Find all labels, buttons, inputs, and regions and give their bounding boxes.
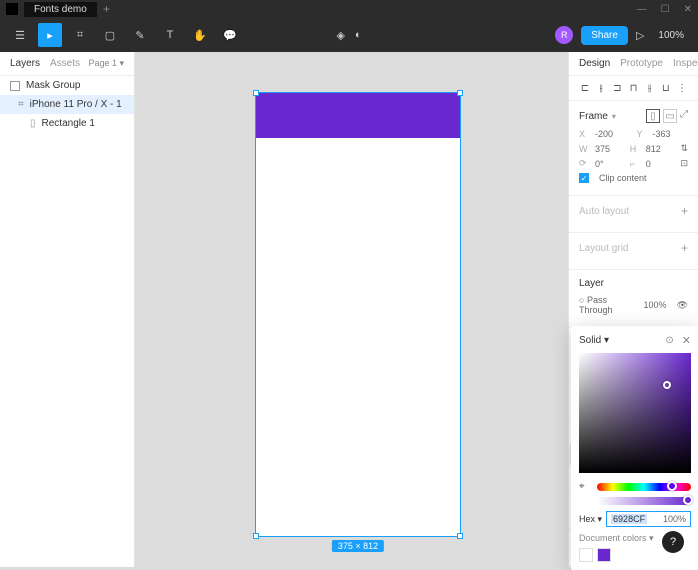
- canvas[interactable]: 375 × 812 Solid ▾ ⊙ ✕ ⌖ Hex ▾ 6928C: [135, 52, 568, 567]
- share-button[interactable]: Share: [581, 26, 628, 45]
- saturation-cursor[interactable]: [663, 381, 671, 389]
- x-input[interactable]: -200: [595, 129, 631, 139]
- artboard[interactable]: 375 × 812: [255, 92, 461, 537]
- corner-input[interactable]: 0: [646, 159, 675, 169]
- fill-type-dropdown[interactable]: Solid ▾: [579, 335, 609, 346]
- align-right-icon[interactable]: ⊐: [611, 82, 623, 94]
- layers-panel: Layers Assets Page 1 ▾ Mask Group ⌗ iPho…: [0, 52, 135, 567]
- align-vcenter-icon[interactable]: ⫲: [644, 82, 656, 94]
- dimensions-label: 375 × 812: [332, 540, 384, 552]
- menu-icon[interactable]: ☰: [8, 23, 32, 47]
- add-autolayout-icon[interactable]: +: [681, 204, 688, 218]
- layer-frame[interactable]: ⌗ iPhone 11 Pro / X - 1: [0, 95, 134, 114]
- text-tool-icon[interactable]: T: [158, 23, 182, 47]
- resize-handle-br[interactable]: [457, 533, 463, 539]
- resize-handle-bl[interactable]: [253, 533, 259, 539]
- frame-section: Frame: [579, 111, 608, 122]
- alpha-thumb[interactable]: [683, 495, 693, 505]
- resize-fit-icon[interactable]: ⤢: [680, 109, 688, 123]
- swatch-white[interactable]: [579, 548, 593, 562]
- move-tool-icon[interactable]: ▸: [38, 23, 62, 47]
- close-picker-icon[interactable]: ✕: [682, 334, 691, 347]
- pen-tool-icon[interactable]: ✎: [128, 23, 152, 47]
- toolbar: ☰ ▸ ⌗ ▢ ✎ T ✋ 💬 ◈ ◐ R Share ▷ 100%: [0, 18, 698, 52]
- titlebar: Fonts demo + — ☐ ✕: [0, 0, 698, 18]
- align-left-icon[interactable]: ⊏: [579, 82, 591, 94]
- minimize-icon[interactable]: —: [637, 4, 647, 15]
- avatar[interactable]: R: [555, 26, 573, 44]
- y-input[interactable]: -363: [653, 129, 689, 139]
- hue-thumb[interactable]: [667, 481, 677, 491]
- align-hcenter-icon[interactable]: ⫲: [595, 82, 607, 94]
- maximize-icon[interactable]: ☐: [661, 4, 670, 15]
- app-logo: [6, 3, 18, 15]
- h-input[interactable]: 812: [646, 144, 675, 154]
- clip-checkbox[interactable]: ✓: [579, 173, 589, 183]
- comment-tool-icon[interactable]: 💬: [218, 23, 242, 47]
- opacity-input[interactable]: 100%: [644, 300, 667, 310]
- page-selector[interactable]: Page 1 ▾: [88, 58, 124, 69]
- present-icon[interactable]: ▷: [636, 29, 644, 42]
- hand-tool-icon[interactable]: ✋: [188, 23, 212, 47]
- resize-handle-tl[interactable]: [253, 90, 259, 96]
- rotation-input[interactable]: 0°: [595, 159, 624, 169]
- autolayout-section: Auto layout: [579, 206, 629, 217]
- portrait-icon[interactable]: ▯: [646, 109, 660, 123]
- design-tab[interactable]: Design: [579, 58, 610, 69]
- close-window-icon[interactable]: ✕: [684, 4, 692, 15]
- rectangle-tool-icon[interactable]: ▢: [98, 23, 122, 47]
- frame-layer-icon: ⌗: [18, 99, 24, 110]
- w-input[interactable]: 375: [595, 144, 624, 154]
- add-tab-icon[interactable]: +: [103, 2, 110, 16]
- assets-tab[interactable]: Assets: [50, 58, 80, 69]
- component-icon[interactable]: ◈: [336, 29, 344, 42]
- file-tab[interactable]: Fonts demo: [24, 2, 97, 17]
- corner-detail-icon[interactable]: ⊡: [680, 158, 688, 169]
- resize-handle-tr[interactable]: [457, 90, 463, 96]
- visibility-icon[interactable]: 👁: [677, 300, 688, 311]
- mask-icon[interactable]: ◐: [355, 29, 362, 42]
- help-button[interactable]: ?: [662, 531, 684, 553]
- mask-layer-icon: [10, 81, 20, 91]
- layers-tab[interactable]: Layers: [10, 58, 40, 69]
- inspect-tab[interactable]: Inspect: [673, 58, 698, 69]
- zoom-level[interactable]: 100%: [652, 30, 690, 41]
- eyedropper-icon[interactable]: ⌖: [579, 481, 591, 493]
- hue-slider[interactable]: [597, 483, 691, 491]
- hex-input[interactable]: 6928CF 100%: [606, 511, 691, 527]
- layer-section: Layer: [579, 278, 604, 289]
- landscape-icon[interactable]: ▭: [663, 109, 677, 123]
- saturation-field[interactable]: [579, 353, 691, 473]
- rect-layer-icon: ▯: [30, 118, 36, 129]
- pin-icon[interactable]: ⊙: [665, 335, 673, 346]
- align-controls: ⊏ ⫲ ⊐ ⊓ ⫲ ⊔ ⋮: [569, 76, 698, 101]
- swatch-purple[interactable]: [597, 548, 611, 562]
- layer-mask-group[interactable]: Mask Group: [0, 76, 134, 95]
- prototype-tab[interactable]: Prototype: [620, 58, 663, 69]
- add-grid-icon[interactable]: +: [681, 241, 688, 255]
- constrain-icon[interactable]: ⇅: [680, 143, 688, 154]
- rectangle-fill[interactable]: [256, 93, 460, 138]
- layoutgrid-section: Layout grid: [579, 243, 628, 254]
- blend-mode-dropdown[interactable]: ○ Pass Through: [579, 295, 638, 315]
- color-format-dropdown[interactable]: Hex ▾: [579, 514, 602, 525]
- frame-tool-icon[interactable]: ⌗: [68, 23, 92, 47]
- align-bottom-icon[interactable]: ⊔: [660, 82, 672, 94]
- alpha-slider[interactable]: [597, 497, 691, 505]
- layer-rectangle[interactable]: ▯ Rectangle 1: [0, 114, 134, 133]
- align-top-icon[interactable]: ⊓: [627, 82, 639, 94]
- distribute-icon[interactable]: ⋮: [676, 82, 688, 94]
